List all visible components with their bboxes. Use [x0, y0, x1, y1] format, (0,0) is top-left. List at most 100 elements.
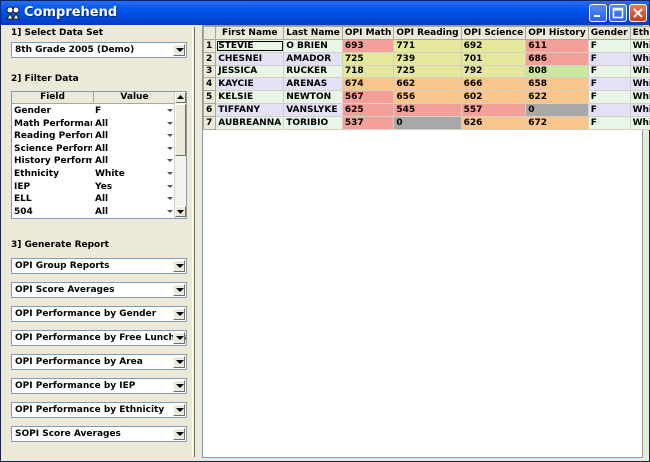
filter-row[interactable]: 504 All [12, 206, 175, 219]
panel-splitter[interactable] [191, 25, 197, 461]
opi-math-cell[interactable]: 718 [341, 64, 395, 79]
ethnicity-cell[interactable]: White [629, 77, 650, 92]
report-dropdown-button[interactable] [173, 332, 185, 344]
chevron-down-icon[interactable] [167, 134, 173, 138]
last-name-cell[interactable]: ARENAS [283, 77, 343, 92]
gender-cell[interactable]: F [587, 115, 631, 130]
column-header-opi-reading[interactable]: OPI Reading [393, 26, 462, 40]
filter-row[interactable]: History PerformanceAll [12, 155, 175, 168]
scroll-thumb[interactable] [175, 104, 186, 156]
filter-row[interactable]: Gender F [12, 105, 175, 118]
table-row[interactable]: 4KAYCIEARENAS674662666658FWhite [202, 77, 650, 92]
row-number[interactable]: 6 [202, 102, 217, 117]
gender-cell[interactable]: F [587, 64, 631, 79]
first-name-cell[interactable]: JESSICA [215, 64, 285, 79]
opi-reading-cell[interactable]: 739 [393, 51, 462, 66]
row-number[interactable]: 4 [202, 77, 217, 92]
filter-value[interactable]: All [95, 207, 108, 217]
report-dropdown-button[interactable] [173, 284, 185, 296]
opi-reading-cell[interactable]: 662 [393, 77, 462, 92]
report-select[interactable]: OPI Score Averages [11, 282, 187, 298]
gender-cell[interactable]: F [587, 77, 631, 92]
opi-math-cell[interactable]: 693 [341, 39, 395, 53]
column-header-first-name[interactable]: First Name [215, 26, 285, 40]
filter-value[interactable]: Yes [95, 182, 112, 192]
column-header-ethnicity[interactable]: Ethnicity [629, 26, 650, 40]
table-row[interactable]: 2CHESNEIAMADOR725739701686FWhite [202, 51, 650, 66]
minimize-button[interactable] [589, 4, 607, 22]
row-number[interactable]: 3 [202, 64, 217, 79]
table-row[interactable]: 5KELSIENEWTON567656602622FWhite [202, 90, 650, 104]
ethnicity-cell[interactable]: White [629, 39, 650, 53]
opi-history-cell[interactable]: 672 [525, 115, 589, 130]
filter-row[interactable]: ELL All [12, 193, 175, 206]
opi-math-cell[interactable]: 537 [341, 115, 395, 130]
chevron-down-icon[interactable] [167, 146, 173, 151]
table-row[interactable]: 7AUBREANNATORIBIO5370626672FWhite [202, 115, 650, 130]
gender-cell[interactable]: F [587, 102, 631, 117]
column-header-opi-science[interactable]: OPI Science [460, 26, 527, 40]
opi-history-cell[interactable]: 808 [525, 64, 589, 79]
report-select[interactable]: OPI Performance by Ethnicity [11, 402, 187, 418]
table-row[interactable]: 1STEVIEO BRIEN693771692611FWhite [202, 39, 650, 53]
report-dropdown-button[interactable] [173, 308, 185, 320]
title-bar[interactable]: Comprehend [1, 1, 649, 25]
opi-science-cell[interactable]: 792 [460, 64, 527, 79]
opi-reading-cell[interactable]: 725 [393, 64, 462, 79]
row-number[interactable]: 7 [202, 115, 217, 130]
report-select[interactable]: OPI Performance by Area [11, 354, 187, 370]
opi-science-cell[interactable]: 701 [460, 51, 527, 66]
row-number[interactable]: 5 [202, 90, 217, 104]
opi-history-cell[interactable]: 0 [525, 102, 589, 117]
ethnicity-cell[interactable]: White [629, 51, 650, 66]
opi-reading-cell[interactable]: 0 [393, 115, 462, 130]
opi-history-cell[interactable]: 622 [525, 90, 589, 104]
opi-math-cell[interactable]: 625 [341, 102, 395, 117]
first-name-cell[interactable]: STEVIE [215, 39, 285, 53]
chevron-down-icon[interactable] [167, 172, 173, 176]
opi-reading-cell[interactable]: 656 [393, 90, 462, 104]
opi-science-cell[interactable]: 692 [460, 39, 527, 53]
column-header-gender[interactable]: Gender [587, 26, 631, 40]
ethnicity-cell[interactable]: White [629, 90, 650, 104]
last-name-cell[interactable]: NEWTON [283, 90, 343, 104]
filter-value[interactable]: White [95, 169, 125, 179]
maximize-button[interactable] [609, 4, 627, 22]
filter-value[interactable]: All [95, 119, 108, 129]
report-select[interactable]: OPI Performance by IEP [11, 378, 187, 394]
filter-row[interactable]: Science PerformanceAll [12, 143, 175, 156]
table-row[interactable]: 6TIFFANYVANSLYKE6255455570FWhite [202, 102, 650, 117]
column-header-last-name[interactable]: Last Name [283, 26, 343, 40]
filter-value[interactable]: All [95, 156, 108, 166]
filter-row[interactable]: Math PerformanceAll [12, 118, 175, 131]
gender-cell[interactable]: F [587, 51, 631, 66]
opi-math-cell[interactable]: 567 [341, 90, 395, 104]
row-number[interactable]: 2 [202, 51, 217, 66]
chevron-down-icon[interactable] [167, 121, 173, 126]
scroll-down-button[interactable] [175, 206, 186, 217]
report-select[interactable]: SOPI Score Averages [11, 426, 187, 442]
opi-history-cell[interactable]: 658 [525, 77, 589, 92]
close-button[interactable] [629, 4, 647, 22]
scroll-up-button[interactable] [175, 92, 186, 103]
opi-science-cell[interactable]: 666 [460, 77, 527, 92]
column-header-opi-history[interactable]: OPI History [525, 26, 589, 40]
first-name-cell[interactable]: AUBREANNA [215, 115, 285, 130]
filter-scrollbar[interactable] [174, 92, 186, 218]
chevron-down-icon[interactable] [167, 209, 173, 214]
report-select[interactable]: OPI Performance by Gender [11, 306, 187, 322]
opi-science-cell[interactable]: 602 [460, 90, 527, 104]
report-dropdown-button[interactable] [173, 380, 185, 392]
gender-cell[interactable]: F [587, 90, 631, 104]
report-select[interactable]: OPI Performance by Free Lunches [11, 330, 187, 346]
report-select[interactable]: OPI Group Reports [11, 258, 187, 274]
opi-math-cell[interactable]: 725 [341, 51, 395, 66]
last-name-cell[interactable]: AMADOR [283, 51, 343, 66]
ethnicity-cell[interactable]: White [629, 102, 650, 117]
opi-reading-cell[interactable]: 771 [393, 39, 462, 53]
filter-row[interactable]: IEP Yes [12, 181, 175, 194]
opi-history-cell[interactable]: 611 [525, 39, 589, 53]
dataset-dropdown-button[interactable] [173, 44, 185, 56]
dataset-select[interactable]: 8th Grade 2005 (Demo) [11, 42, 187, 58]
ethnicity-cell[interactable]: White [629, 64, 650, 79]
